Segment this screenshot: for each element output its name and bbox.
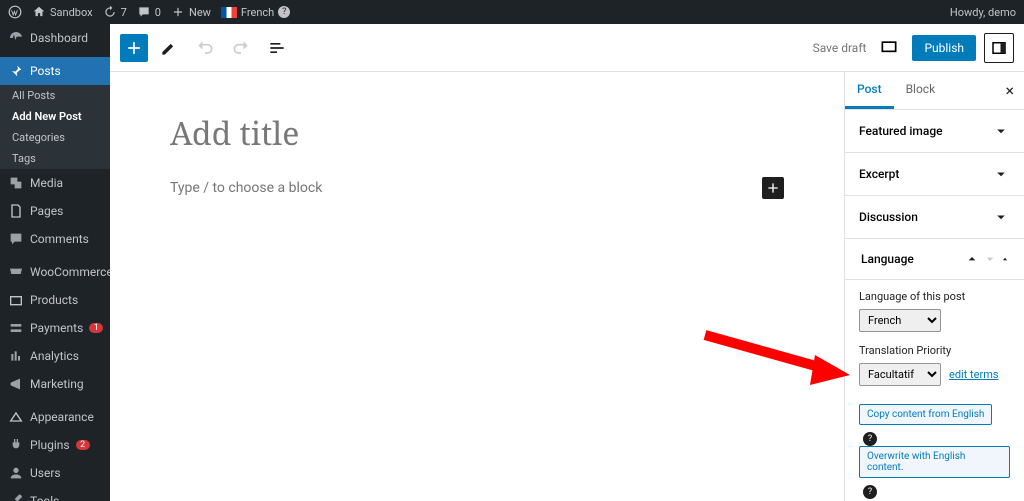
plus-icon (765, 180, 781, 196)
sidebar-item-products[interactable]: Products (0, 286, 110, 314)
chevron-down-icon (992, 165, 1010, 183)
sidebar-item-appearance[interactable]: Appearance (0, 403, 110, 431)
help-icon[interactable]: ? (863, 432, 877, 446)
publish-button[interactable]: Publish (912, 35, 976, 61)
block-editor: Save draft Publish Add title Type / to c… (110, 24, 1024, 501)
appearance-icon (8, 409, 24, 425)
sidebar-item-users[interactable]: Users (0, 459, 110, 487)
tools-button[interactable] (154, 33, 184, 63)
badge: 1 (89, 323, 103, 333)
refresh-icon (103, 5, 117, 19)
undo-icon (195, 38, 215, 58)
copy-content-button[interactable]: Copy content from English (859, 404, 992, 425)
products-icon (8, 292, 24, 308)
caret-up-icon (1000, 251, 1010, 267)
home-icon (32, 5, 46, 19)
admin-topbar: Sandbox 7 0 New French? Howdy, demo (0, 0, 1024, 24)
edit-terms-link[interactable]: edit terms (949, 368, 999, 381)
list-icon (267, 38, 287, 58)
comment-icon (137, 5, 151, 19)
block-placeholder[interactable]: Type / to choose a block (170, 180, 322, 196)
sidebar-sub-tags[interactable]: Tags (0, 148, 110, 169)
tab-post[interactable]: Post (845, 72, 894, 109)
panel-excerpt[interactable]: Excerpt (845, 153, 1024, 196)
plus-icon (171, 5, 185, 19)
sidebar-item-analytics[interactable]: Analytics (0, 342, 110, 370)
sidebar-item-plugins[interactable]: Plugins2 (0, 431, 110, 459)
comments-link[interactable]: 0 (137, 5, 161, 19)
updates-link[interactable]: 7 (103, 5, 127, 19)
editor-canvas[interactable]: Add title Type / to choose a block (110, 72, 844, 501)
site-link[interactable]: Sandbox (32, 5, 93, 19)
preview-button[interactable] (874, 33, 904, 63)
priority-label: Translation Priority (859, 344, 1010, 357)
edit-icon (159, 38, 179, 58)
chevron-up-icon (964, 251, 980, 267)
undo-button[interactable] (190, 33, 220, 63)
badge: 2 (76, 440, 90, 450)
dashboard-icon (8, 30, 24, 46)
sidebar-item-dashboard[interactable]: Dashboard (0, 24, 110, 52)
settings-sidebar: Post Block × Featured image Excerpt Disc… (844, 72, 1024, 501)
sidebar-item-media[interactable]: Media (0, 169, 110, 197)
new-link[interactable]: New (171, 5, 211, 19)
editor-toolbar: Save draft Publish (110, 24, 1024, 72)
woo-icon (8, 264, 24, 280)
add-block-button[interactable] (120, 34, 148, 62)
users-icon (8, 465, 24, 481)
plugin-icon (8, 437, 24, 453)
redo-icon (231, 38, 251, 58)
overwrite-content-button[interactable]: Overwrite with English content. (859, 446, 1010, 478)
help-icon: ? (278, 6, 290, 18)
tools-icon (8, 493, 24, 501)
panel-featured-image[interactable]: Featured image (845, 110, 1024, 153)
close-settings-button[interactable]: × (995, 73, 1024, 108)
page-icon (8, 203, 24, 219)
save-draft-button[interactable]: Save draft (813, 41, 867, 55)
pin-icon (8, 63, 24, 79)
panel-discussion[interactable]: Discussion (845, 196, 1024, 239)
language-link[interactable]: French? (221, 6, 290, 19)
lang-of-post-label: Language of this post (859, 290, 1010, 303)
sidebar-sub-all-posts[interactable]: All Posts (0, 85, 110, 106)
sidebar-sub-add-new[interactable]: Add New Post (0, 106, 110, 127)
inline-add-block-button[interactable] (762, 177, 784, 199)
payments-icon (8, 320, 24, 336)
chevron-down-icon (992, 122, 1010, 140)
comment-icon (8, 231, 24, 247)
analytics-icon (8, 348, 24, 364)
howdy-link[interactable]: Howdy, demo (950, 6, 1016, 19)
help-icon[interactable]: ? (863, 485, 877, 499)
chevron-down-icon (992, 208, 1010, 226)
redo-button[interactable] (226, 33, 256, 63)
sidebar-item-comments[interactable]: Comments (0, 225, 110, 253)
sidebar-icon (990, 39, 1008, 57)
sidebar-item-marketing[interactable]: Marketing (0, 370, 110, 398)
sidebar-sub-categories[interactable]: Categories (0, 127, 110, 148)
tab-block[interactable]: Block (894, 72, 948, 109)
flag-france-icon (221, 7, 237, 18)
panel-language[interactable]: Language (845, 239, 1024, 280)
sidebar-item-tools[interactable]: Tools (0, 487, 110, 501)
panel-language-body: Language of this post French Translation… (845, 280, 1024, 501)
plus-icon (124, 38, 144, 58)
wp-logo[interactable] (8, 5, 22, 19)
marketing-icon (8, 376, 24, 392)
language-select[interactable]: French (859, 309, 941, 332)
sidebar-item-payments[interactable]: Payments1 (0, 314, 110, 342)
media-icon (8, 175, 24, 191)
priority-select[interactable]: Facultatif (859, 363, 941, 386)
sidebar-item-woocommerce[interactable]: WooCommerce1 (0, 258, 110, 286)
sidebar-item-pages[interactable]: Pages (0, 197, 110, 225)
chevron-down-icon (982, 251, 998, 267)
document-overview-button[interactable] (262, 33, 292, 63)
desktop-icon (879, 38, 899, 58)
admin-sidebar: Dashboard Posts All Posts Add New Post C… (0, 24, 110, 501)
sidebar-item-posts[interactable]: Posts (0, 57, 110, 85)
settings-toggle-button[interactable] (984, 33, 1014, 63)
post-title-input[interactable]: Add title (170, 112, 784, 155)
